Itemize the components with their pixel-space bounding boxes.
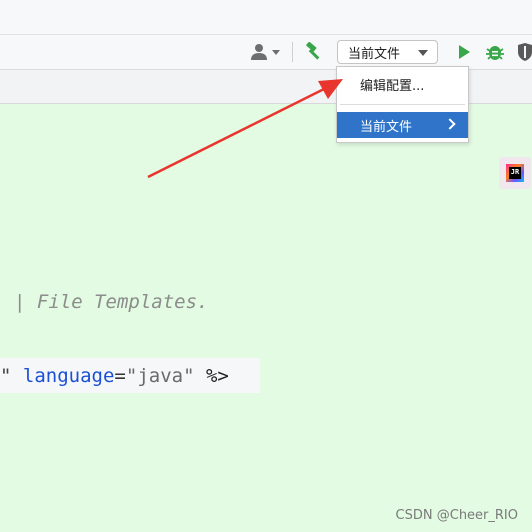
jsp-directive-line: " language = "java" %> xyxy=(0,358,260,393)
code-comment-line: | File Templates. xyxy=(14,291,209,313)
code-attribute: language xyxy=(22,364,115,387)
chevron-down-icon xyxy=(418,50,428,56)
jetbrains-plugin-icon[interactable]: JR xyxy=(499,157,531,189)
menu-item-edit-config[interactable]: 编辑配置... xyxy=(360,75,424,94)
code-quote: " xyxy=(0,364,12,387)
bug-icon[interactable] xyxy=(484,41,506,63)
hammer-icon[interactable] xyxy=(302,41,324,63)
jetbrains-logo-gradient: JR xyxy=(506,164,524,182)
run-icon[interactable] xyxy=(454,42,474,62)
code-editor[interactable] xyxy=(0,104,532,532)
shield-icon[interactable] xyxy=(516,41,532,63)
chevron-right-icon xyxy=(444,118,456,130)
menu-item-current-file[interactable]: 当前文件 xyxy=(337,112,468,138)
run-config-dropdown: 编辑配置... 当前文件 xyxy=(336,66,469,143)
run-config-combo[interactable]: 当前文件 xyxy=(337,40,438,64)
run-config-label: 当前文件 xyxy=(348,46,401,62)
menu-item-current-file-label: 当前文件 xyxy=(360,119,413,135)
window-top-bar xyxy=(0,0,532,35)
user-icon[interactable] xyxy=(249,42,283,62)
menu-divider xyxy=(340,104,465,105)
code-equals: = xyxy=(114,364,126,387)
toolbar-separator xyxy=(292,42,293,62)
jetbrains-logo-core: JR xyxy=(509,167,521,179)
code-close-tag: %> xyxy=(205,364,229,387)
code-value: "java" xyxy=(125,364,195,387)
main-toolbar: 当前文件 xyxy=(0,35,532,70)
watermark: CSDN @Cheer_RIO xyxy=(395,508,518,523)
